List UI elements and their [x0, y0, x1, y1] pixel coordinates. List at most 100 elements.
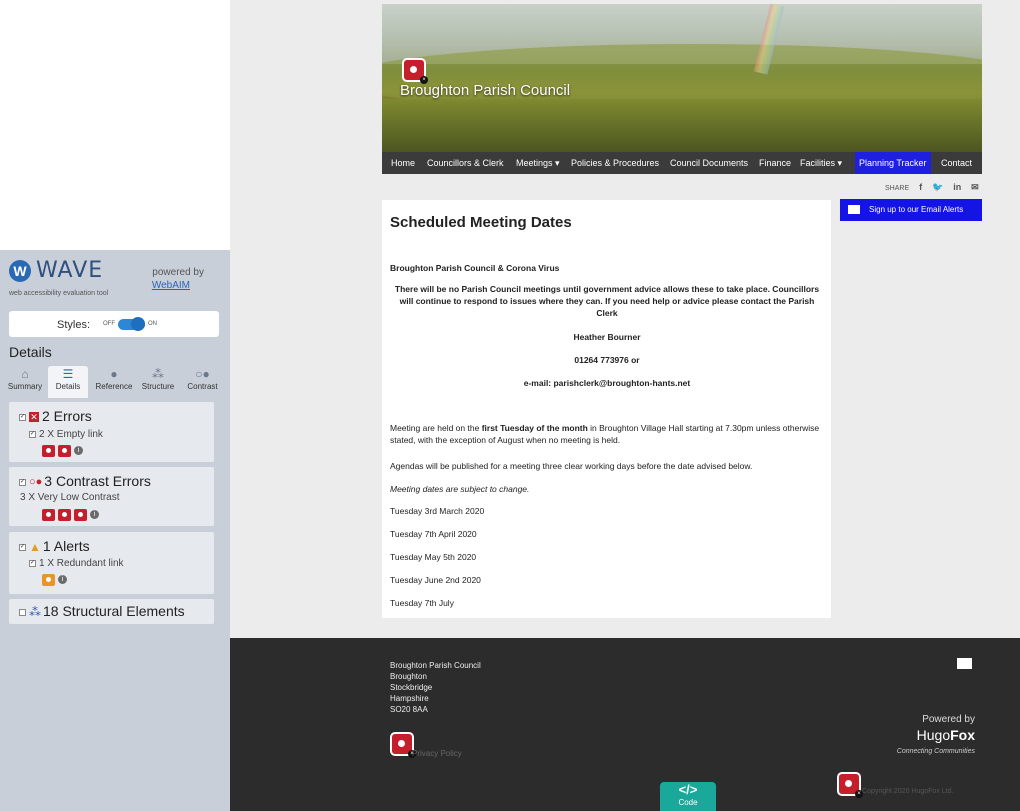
alerts-heading-label: 1 Alerts — [42, 538, 90, 554]
contrast-error-icon[interactable] — [58, 508, 71, 521]
contrast-checkbox[interactable]: ✓ — [19, 478, 26, 486]
alerts-heading[interactable]: ✓ ▲ 1 Alerts — [19, 538, 90, 554]
contrast-heading[interactable]: ✓ ○● 3 Contrast Errors — [19, 473, 151, 489]
tab-reference-label: Reference — [95, 382, 133, 391]
styles-off-label: OFF — [103, 321, 115, 327]
clerk-email[interactable]: e-mail: parishclerk@broughton-hants.net — [390, 377, 824, 389]
tab-details-label: Details — [55, 382, 81, 391]
footer-address: Broughton Parish Council Broughton Stock… — [390, 660, 481, 715]
email-share-icon[interactable]: ✉ — [971, 182, 979, 192]
hero-banner: × Broughton Parish Council — [382, 4, 982, 152]
meeting-date: Tuesday 7th April 2020 — [390, 529, 477, 539]
errors-heading[interactable]: ✓ ✕ 2 Errors — [19, 408, 92, 424]
tab-summary-label: Summary — [7, 382, 43, 391]
redundant-link-label: 1 X Redundant link — [39, 558, 124, 569]
blank-area — [0, 0, 230, 250]
error-icons: i — [42, 443, 83, 457]
empty-link-error-icon[interactable] — [42, 444, 55, 457]
info-icon[interactable]: i — [90, 510, 99, 520]
clerk-phone: 01264 773976 or — [574, 355, 640, 365]
privacy-policy-link[interactable]: Privacy Policy — [412, 749, 462, 758]
alert-triangle-icon: ▲ — [29, 540, 41, 554]
structure-panel: ⁂ 18 Structural Elements — [9, 599, 214, 624]
alerts-checkbox[interactable]: ✓ — [19, 543, 26, 551]
error-x-icon: ✕ — [29, 412, 39, 423]
low-contrast-label: 3 X Very Low Contrast — [20, 492, 120, 503]
tab-details[interactable]: ☰ Details — [48, 366, 88, 398]
nav-item-councillors[interactable]: Councillors & Clerk — [427, 152, 504, 174]
notice-text: There will be no Parish Council meetings… — [394, 284, 820, 318]
errors-panel: ✓ ✕ 2 Errors ✓ 2 X Empty link i — [9, 402, 214, 462]
hugofox-logo[interactable]: HugoFox — [880, 727, 975, 743]
tab-structure[interactable]: ⁂ Structure — [137, 366, 179, 398]
empty-link-label: 2 X Empty link — [39, 429, 103, 440]
nav-item-finance[interactable]: Finance — [759, 152, 791, 174]
twitter-icon[interactable]: 🐦 — [932, 182, 943, 192]
code-toggle-button[interactable]: </> Code — [660, 782, 716, 811]
nav-item-policies[interactable]: Policies & Procedures — [571, 152, 659, 174]
info-icon: ● — [110, 367, 118, 381]
redundant-link-item[interactable]: ✓ 1 X Redundant link — [29, 558, 124, 569]
brand-light: Hugo — [916, 727, 951, 743]
nav-item-facilities[interactable]: Facilities ▾ — [800, 152, 842, 174]
toggle-knob — [131, 317, 145, 331]
low-contrast-item: 3 X Very Low Contrast — [20, 492, 120, 503]
wave-tabs: ⌂ Summary ☰ Details ● Reference ⁂ Struct… — [6, 366, 226, 398]
contrast-error-icon[interactable] — [42, 508, 55, 521]
tab-contrast[interactable]: ○● Contrast — [181, 366, 224, 398]
signup-label: Sign up to our Email Alerts — [869, 205, 964, 214]
meeting-date: Tuesday 7th July — [390, 598, 454, 608]
redundant-link-alert-icon[interactable] — [42, 573, 55, 586]
address-line: Hampshire — [390, 694, 429, 703]
email-alerts-signup-button[interactable]: Sign up to our Email Alerts — [840, 199, 982, 221]
empty-link-error-icon[interactable] — [58, 444, 71, 457]
copyright-text: Copyright 2020 HugoFox Ltd. — [862, 788, 954, 795]
redundant-link-checkbox[interactable]: ✓ — [29, 559, 36, 567]
code-label: Code — [678, 798, 698, 807]
wave-contrast-flag-icon[interactable]: × — [392, 734, 416, 758]
linkedin-icon[interactable]: in — [953, 182, 961, 192]
nav-item-planning-tracker[interactable]: Planning Tracker — [855, 152, 931, 174]
tab-summary[interactable]: ⌂ Summary — [6, 366, 44, 398]
nav-item-contact[interactable]: Contact — [941, 152, 972, 174]
webaim-link[interactable]: WebAIM — [152, 280, 190, 291]
powered-by-label: powered by — [152, 267, 204, 278]
wave-error-flag-icon[interactable]: × — [404, 60, 428, 84]
nav-item-meetings[interactable]: Meetings ▾ — [516, 152, 560, 174]
hero-field — [382, 99, 982, 152]
structure-checkbox[interactable] — [19, 608, 26, 616]
styles-toggle[interactable] — [118, 317, 145, 331]
meeting-date: Tuesday June 2nd 2020 — [390, 575, 481, 585]
agendas-text: Agendas will be published for a meeting … — [390, 461, 753, 471]
info-icon[interactable]: i — [74, 446, 83, 456]
wave-tagline: web accessibility evaluation tool — [9, 290, 109, 297]
facebook-icon[interactable]: f — [919, 182, 922, 192]
code-icon: </> — [678, 782, 698, 797]
footer-email-icon[interactable] — [957, 658, 972, 669]
nav-item-documents[interactable]: Council Documents — [670, 152, 748, 174]
errors-checkbox[interactable]: ✓ — [19, 413, 26, 421]
empty-link-item[interactable]: ✓ 2 X Empty link — [29, 429, 103, 440]
tab-reference[interactable]: ● Reference — [92, 366, 136, 398]
empty-link-checkbox[interactable]: ✓ — [29, 430, 36, 438]
structure-heading[interactable]: ⁂ 18 Structural Elements — [19, 603, 185, 619]
site-title[interactable]: Broughton Parish Council — [400, 82, 570, 99]
page-title: Scheduled Meeting Dates — [390, 214, 572, 231]
info-icon[interactable]: i — [58, 575, 67, 585]
wave-contrast-flag-icon[interactable]: × — [839, 774, 863, 798]
slogan: Connecting Communities — [896, 748, 975, 755]
website-page: × Broughton Parish Council Home Councill… — [230, 0, 1020, 811]
subheading: Broughton Parish Council & Corona Virus — [390, 263, 560, 273]
alert-icons: i — [42, 572, 67, 586]
address-line: SO20 8AA — [390, 705, 428, 714]
structure-heading-label: 18 Structural Elements — [43, 603, 185, 619]
nav-item-home[interactable]: Home — [391, 152, 415, 174]
contrast-error-icon: ○● — [29, 476, 43, 489]
wave-sidebar: W WAVE web accessibility evaluation tool… — [0, 250, 230, 811]
contrast-panel: ✓ ○● 3 Contrast Errors 3 X Very Low Contra… — [9, 467, 214, 526]
meeting-info-pre: Meeting are held on the — [390, 423, 482, 433]
contrast-error-icon[interactable] — [74, 508, 87, 521]
address-line: Broughton Parish Council — [390, 661, 481, 670]
errors-heading-label: 2 Errors — [42, 408, 92, 424]
contrast-icon: ○● — [195, 367, 210, 381]
